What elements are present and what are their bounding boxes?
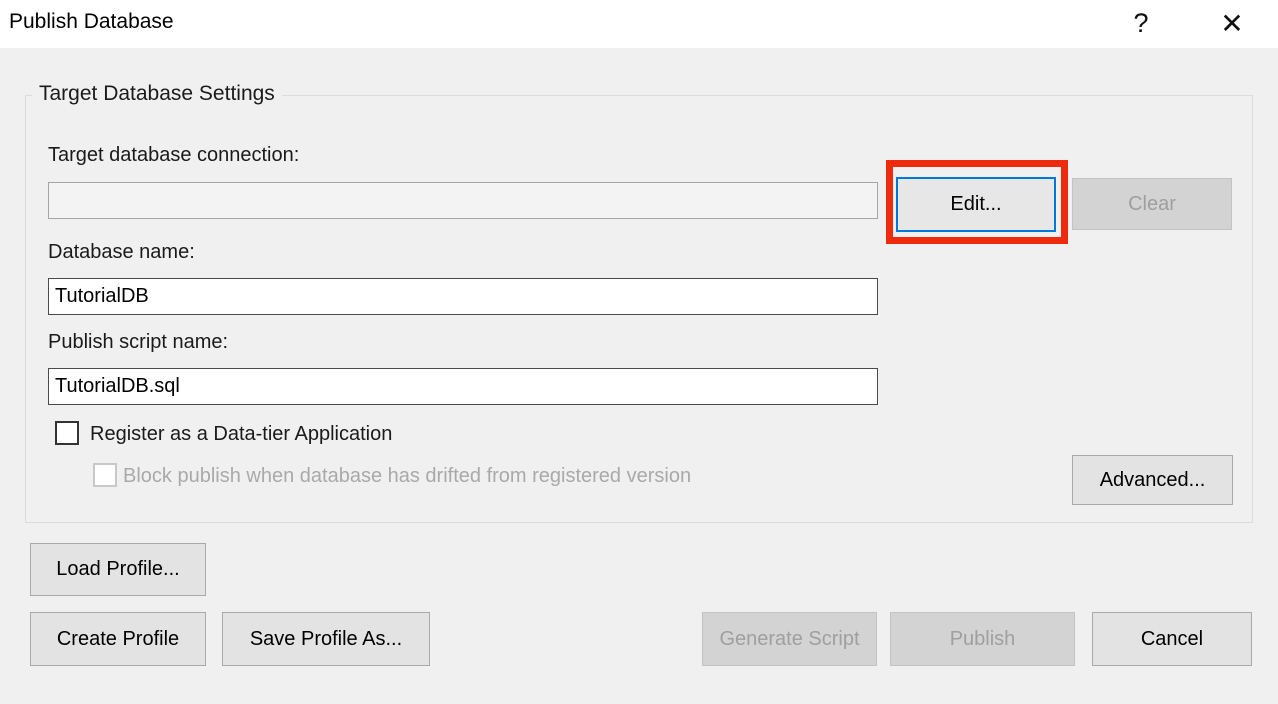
titlebar: Publish Database ? ✕	[0, 0, 1278, 48]
publish-database-dialog: Publish Database ? ✕ Target Database Set…	[0, 0, 1278, 704]
database-name-label: Database name:	[48, 241, 195, 264]
save-profile-as-button[interactable]: Save Profile As...	[222, 612, 430, 666]
target-database-connection-input[interactable]	[48, 182, 878, 219]
window-title: Publish Database	[9, 10, 174, 34]
register-data-tier-checkbox[interactable]	[55, 421, 79, 445]
help-icon[interactable]: ?	[1118, 0, 1164, 46]
database-name-input[interactable]	[48, 278, 878, 315]
publish-script-name-label: Publish script name:	[48, 331, 228, 354]
publish-script-name-input[interactable]	[48, 368, 878, 405]
block-publish-label: Block publish when database has drifted …	[123, 465, 691, 488]
create-profile-button[interactable]: Create Profile	[30, 612, 206, 666]
cancel-button[interactable]: Cancel	[1092, 612, 1252, 666]
group-title: Target Database Settings	[32, 82, 282, 106]
load-profile-button[interactable]: Load Profile...	[30, 543, 206, 596]
close-icon[interactable]: ✕	[1209, 0, 1255, 46]
target-database-connection-label: Target database connection:	[48, 144, 299, 167]
edit-button[interactable]: Edit...	[896, 177, 1056, 232]
advanced-button[interactable]: Advanced...	[1072, 455, 1233, 505]
publish-button: Publish	[890, 612, 1075, 666]
clear-button: Clear	[1072, 178, 1232, 230]
generate-script-button: Generate Script	[702, 612, 877, 666]
block-publish-checkbox	[93, 463, 117, 487]
register-data-tier-label: Register as a Data-tier Application	[90, 423, 392, 446]
